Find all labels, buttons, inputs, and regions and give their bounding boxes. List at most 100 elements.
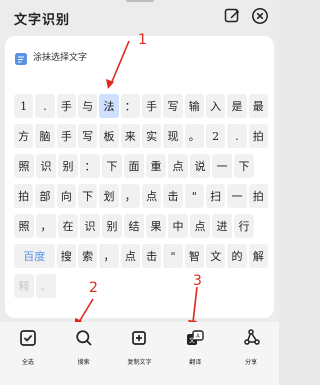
text-token[interactable]: 2 xyxy=(205,124,226,148)
text-token[interactable]: 一 xyxy=(227,184,247,208)
text-token[interactable]: 来 xyxy=(120,124,140,148)
text-token[interactable]: 识 xyxy=(36,154,56,178)
text-token[interactable]: 在 xyxy=(58,214,78,238)
text-token[interactable]: " xyxy=(184,184,204,208)
page-title: 文字识别 xyxy=(14,13,71,28)
search-icon xyxy=(74,328,94,352)
text-token[interactable]: 脑 xyxy=(35,124,55,148)
annotation-1: 1 xyxy=(138,32,147,48)
copy-text-button[interactable]: 复制文字 xyxy=(113,322,165,366)
share-button[interactable]: 分享 xyxy=(225,322,277,366)
select-all-icon xyxy=(18,328,38,352)
result-card: 涂抹选择文字 1 . 手 与 法 ： 手 写 输 入 是 最 方 脑 手 写 板… xyxy=(5,36,274,318)
text-token[interactable]: 别 xyxy=(102,214,122,238)
text-token[interactable]: . xyxy=(35,94,55,118)
text-token[interactable]: ： xyxy=(80,154,100,178)
selected-text-token[interactable]: 法 xyxy=(99,94,119,118)
text-token[interactable]: 手 xyxy=(56,124,76,148)
text-line-5: 照 ， 在 识 别 结 果 中 点 进 行 xyxy=(14,214,270,238)
text-line-3: 照 识 别 ： 下 面 重 点 说 一 下 xyxy=(14,154,270,178)
document-icon xyxy=(15,50,27,65)
text-token[interactable]: 照 xyxy=(14,214,34,238)
text-token[interactable]: 板 xyxy=(99,124,119,148)
text-line-4: 拍 部 向 下 划 ， 点 击 " 扫 一 拍 xyxy=(14,184,270,208)
document-row: 涂抹选择文字 xyxy=(15,48,88,65)
text-token[interactable]: ， xyxy=(99,244,119,268)
text-token[interactable]: 下 xyxy=(234,154,254,178)
text-token[interactable]: 击 xyxy=(141,244,162,268)
text-token[interactable]: 输 xyxy=(184,94,204,118)
text-token[interactable]: 入 xyxy=(205,94,226,118)
search-button[interactable]: 搜索 xyxy=(58,322,110,366)
text-token[interactable]: 写 xyxy=(77,124,98,148)
text-token[interactable]: 击 xyxy=(163,184,183,208)
text-token[interactable]: 下 xyxy=(77,184,98,208)
recognized-text: 1 . 手 与 法 ： 手 写 输 入 是 最 方 脑 手 写 板 来 实 现 … xyxy=(14,94,270,304)
text-token[interactable]: 。 xyxy=(36,274,56,298)
text-token[interactable]: 进 xyxy=(212,214,232,238)
text-token[interactable]: . xyxy=(227,124,247,148)
text-line-7: 释 。 xyxy=(14,274,270,298)
text-token[interactable]: 是 xyxy=(227,94,247,118)
text-token[interactable]: " xyxy=(163,244,183,268)
text-token[interactable]: ， xyxy=(120,184,140,208)
text-token[interactable]: 手 xyxy=(56,94,76,118)
text-token[interactable]: 解 xyxy=(248,244,269,268)
document-name: 涂抹选择文字 xyxy=(33,52,88,63)
text-token[interactable]: 结 xyxy=(124,214,144,238)
text-token[interactable]: 智 xyxy=(184,244,205,268)
select-all-button[interactable]: 全选 xyxy=(2,322,54,366)
text-token[interactable]: 拍 xyxy=(248,124,268,148)
text-token[interactable]: ， xyxy=(36,214,56,238)
text-token[interactable]: 行 xyxy=(234,214,254,238)
text-token[interactable]: 拍 xyxy=(14,184,34,208)
text-token[interactable]: 识 xyxy=(80,214,100,238)
text-token[interactable]: 现 xyxy=(163,124,183,148)
annotation-2: 2 xyxy=(89,280,98,296)
text-token[interactable]: 点 xyxy=(168,154,188,178)
text-token[interactable]: 手 xyxy=(141,94,162,118)
text-token[interactable]: 说 xyxy=(190,154,210,178)
text-token[interactable]: 一 xyxy=(212,154,232,178)
translate-button[interactable]: 文 A 翻译 xyxy=(169,322,221,366)
search-label: 搜索 xyxy=(77,359,90,366)
text-token[interactable]: 点 xyxy=(190,214,210,238)
text-token[interactable]: 释 xyxy=(14,274,34,298)
text-token[interactable]: 面 xyxy=(124,154,144,178)
edit-icon[interactable] xyxy=(223,7,241,25)
text-token[interactable]: 点 xyxy=(120,244,140,268)
text-token[interactable]: 实 xyxy=(141,124,162,148)
text-token[interactable]: 果 xyxy=(146,214,166,238)
select-all-label: 全选 xyxy=(21,359,34,366)
text-line-2: 方 脑 手 写 板 来 实 现 。 2 . 拍 xyxy=(14,124,270,148)
text-token[interactable]: 文 xyxy=(206,244,226,268)
text-token[interactable]: 向 xyxy=(56,184,76,208)
copy-icon xyxy=(129,328,149,352)
translate-label: 翻译 xyxy=(189,359,202,366)
text-token[interactable]: 最 xyxy=(248,94,268,118)
text-token[interactable]: 方 xyxy=(14,124,34,148)
text-token[interactable]: 下 xyxy=(102,154,122,178)
text-token[interactable]: 的 xyxy=(227,244,247,268)
text-token[interactable]: 拍 xyxy=(248,184,268,208)
text-token[interactable]: 写 xyxy=(163,94,183,118)
text-token[interactable]: ： xyxy=(120,94,140,118)
text-token[interactable]: 划 xyxy=(99,184,119,208)
link-text-token[interactable]: 百度 xyxy=(14,244,55,268)
text-token[interactable]: 中 xyxy=(168,214,188,238)
text-token[interactable]: 重 xyxy=(146,154,166,178)
text-token[interactable]: 1 xyxy=(14,94,34,118)
text-token[interactable]: 部 xyxy=(35,184,55,208)
text-token[interactable]: 索 xyxy=(77,244,98,268)
text-token[interactable]: 别 xyxy=(58,154,78,178)
text-token[interactable]: 点 xyxy=(141,184,162,208)
translate-icon: 文 A xyxy=(185,328,205,352)
text-token[interactable]: 与 xyxy=(77,94,98,118)
svg-text:文: 文 xyxy=(189,337,195,345)
share-icon xyxy=(241,328,261,352)
text-token[interactable]: 搜 xyxy=(56,244,76,268)
text-token[interactable]: 。 xyxy=(184,124,204,148)
close-icon[interactable] xyxy=(251,7,269,25)
text-token[interactable]: 照 xyxy=(14,154,34,178)
text-token[interactable]: 扫 xyxy=(205,184,226,208)
